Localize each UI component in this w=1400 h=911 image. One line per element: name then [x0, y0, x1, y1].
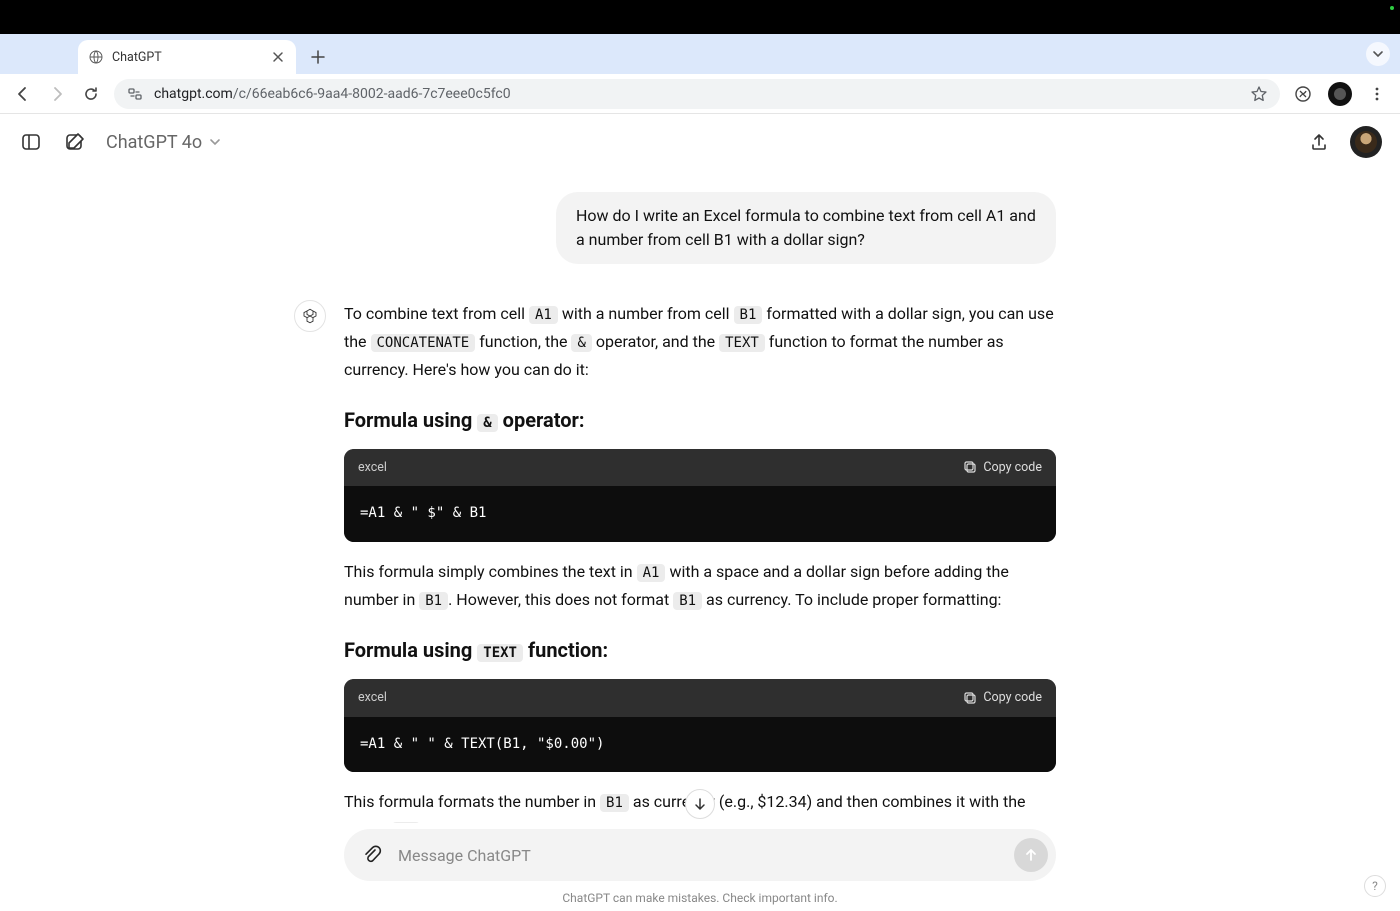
attach-button[interactable] — [358, 841, 386, 869]
send-button[interactable] — [1014, 838, 1048, 872]
composer-input[interactable]: Message ChatGPT — [398, 846, 1002, 865]
browser-toolbar: chatgpt.com/c/66eab6c6-9aa4-8002-aad6-7c… — [0, 74, 1400, 114]
toolbar-right — [1292, 82, 1388, 106]
copy-icon — [963, 691, 977, 705]
copy-code-button[interactable]: Copy code — [963, 687, 1042, 708]
user-message: How do I write an Excel formula to combi… — [556, 192, 1056, 264]
assistant-paragraph: This formula simply combines the text in… — [344, 558, 1056, 614]
inline-code: B1 — [673, 592, 702, 610]
composer-placeholder: Message ChatGPT — [398, 846, 531, 865]
model-name-label: ChatGPT 4o — [106, 132, 202, 153]
bookmark-star-icon[interactable] — [1250, 85, 1268, 103]
inline-code: B1 — [600, 794, 629, 812]
code-header: excel Copy code — [344, 449, 1056, 486]
inline-code: A1 — [637, 564, 666, 582]
composer[interactable]: Message ChatGPT — [344, 829, 1056, 881]
inline-code: CONCATENATE — [371, 334, 476, 352]
code-body: =A1 & " $" & B1 — [344, 486, 1056, 542]
status-dot — [1390, 6, 1394, 10]
browser-tab[interactable]: ChatGPT — [78, 40, 296, 74]
disclaimer-text: ChatGPT can make mistakes. Check importa… — [562, 891, 837, 905]
os-top-bar — [0, 0, 1400, 34]
inline-code: B1 — [419, 592, 448, 610]
model-selector[interactable]: ChatGPT 4o — [106, 132, 222, 153]
chatgpt-favicon-icon — [88, 49, 104, 65]
copy-code-button[interactable]: Copy code — [963, 457, 1042, 478]
section-heading: Formula using & operator: — [344, 403, 1056, 437]
profile-avatar-small[interactable] — [1328, 82, 1352, 106]
share-button[interactable] — [1306, 129, 1332, 155]
tab-title: ChatGPT — [112, 50, 262, 65]
scroll-down-button[interactable] — [685, 789, 715, 819]
user-message-row: How do I write an Excel formula to combi… — [344, 192, 1056, 264]
code-lang-label: excel — [358, 687, 387, 708]
inline-code: TEXT — [477, 644, 523, 662]
code-header: excel Copy code — [344, 679, 1056, 716]
user-avatar[interactable] — [1350, 126, 1382, 158]
tab-strip: ChatGPT — [0, 34, 1400, 74]
assistant-avatar-icon — [294, 300, 326, 332]
url-text: chatgpt.com/c/66eab6c6-9aa4-8002-aad6-7c… — [154, 86, 511, 102]
site-settings-icon[interactable] — [126, 85, 144, 103]
tab-close-button[interactable] — [270, 49, 286, 65]
copy-icon — [963, 460, 977, 474]
inline-code: & — [571, 334, 591, 352]
assistant-message: To combine text from cell A1 with a numb… — [344, 300, 1056, 823]
inline-code: B1 — [734, 306, 763, 324]
code-body: =A1 & " " & TEXT(B1, "$0.00") — [344, 717, 1056, 773]
extension-icon[interactable] — [1292, 83, 1314, 105]
sidebar-toggle-button[interactable] — [18, 129, 44, 155]
new-chat-button[interactable] — [62, 129, 88, 155]
inline-code: & — [477, 414, 497, 432]
section-heading: Formula using TEXT function: — [344, 633, 1056, 667]
new-tab-button[interactable] — [304, 43, 332, 71]
chat-area: How do I write an Excel formula to combi… — [0, 170, 1400, 823]
browser-menu-button[interactable] — [1366, 83, 1388, 105]
code-block: excel Copy code =A1 & " $" & B1 — [344, 449, 1056, 542]
address-bar[interactable]: chatgpt.com/c/66eab6c6-9aa4-8002-aad6-7c… — [114, 79, 1280, 109]
assistant-content: To combine text from cell A1 with a numb… — [344, 300, 1056, 823]
code-block: excel Copy code =A1 & " " & TEXT(B1, "$0… — [344, 679, 1056, 772]
composer-area: Message ChatGPT ChatGPT can make mistake… — [0, 823, 1400, 911]
inline-code: A1 — [392, 822, 421, 823]
browser-chrome: ChatGPT chatgpt.com/c/66eab6c6-9aa4-8 — [0, 34, 1400, 114]
assistant-paragraph: To combine text from cell A1 with a numb… — [344, 300, 1056, 383]
tabs-dropdown-button[interactable] — [1366, 42, 1390, 66]
reload-button[interactable] — [80, 83, 102, 105]
forward-button[interactable] — [46, 83, 68, 105]
app-header: ChatGPT 4o — [0, 114, 1400, 170]
back-button[interactable] — [12, 83, 34, 105]
help-button[interactable]: ? — [1364, 875, 1386, 897]
chevron-down-icon — [208, 135, 222, 149]
inline-code: TEXT — [719, 334, 765, 352]
inline-code: A1 — [529, 306, 558, 324]
code-lang-label: excel — [358, 457, 387, 478]
